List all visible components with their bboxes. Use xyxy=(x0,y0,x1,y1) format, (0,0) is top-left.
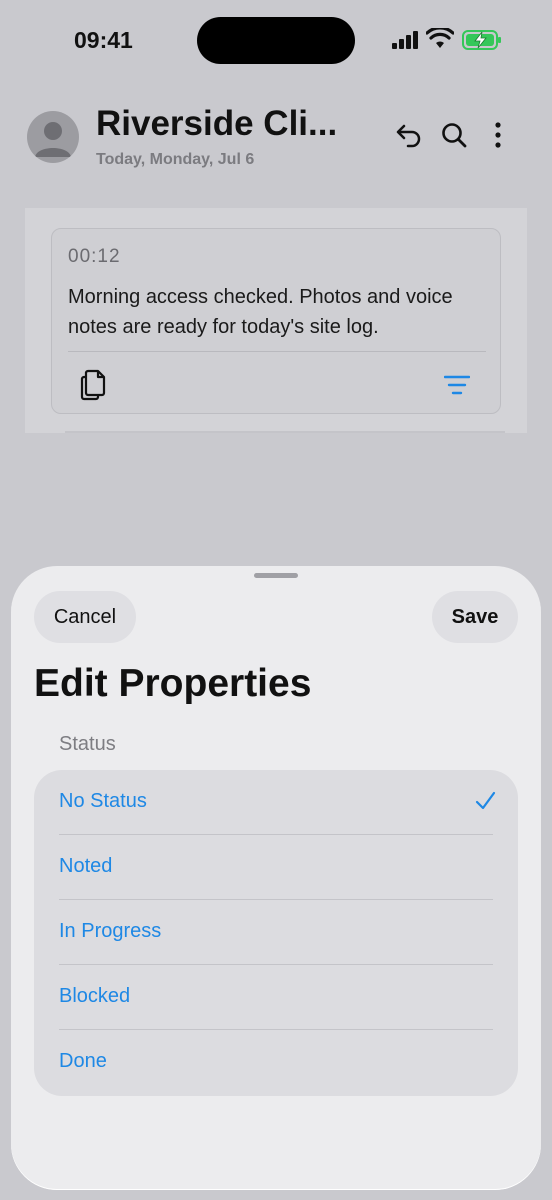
save-button[interactable]: Save xyxy=(432,591,518,643)
page-subtitle: Today, Monday, Jul 6 xyxy=(96,151,255,168)
status-option-label: Done xyxy=(59,1050,107,1072)
status-section-label: Status xyxy=(59,733,116,755)
status-option-label: No Status xyxy=(59,790,147,812)
dynamic-island xyxy=(197,17,355,64)
status-option-no-status[interactable]: No Status xyxy=(34,770,518,835)
entry-time: 00:12 xyxy=(68,246,121,267)
undo-button[interactable] xyxy=(392,118,426,152)
filter-icon[interactable] xyxy=(444,375,470,395)
copy-icon[interactable] xyxy=(78,365,110,401)
status-option-label: Blocked xyxy=(59,985,131,1007)
wifi-icon xyxy=(426,28,454,48)
status-option-in-progress[interactable]: In Progress xyxy=(34,900,518,965)
avatar[interactable] xyxy=(27,111,79,163)
status-options-list: No Status Noted In Progress Blocked Done xyxy=(34,770,518,1096)
cancel-button[interactable]: Cancel xyxy=(34,591,136,643)
sheet-grabber[interactable] xyxy=(254,573,298,578)
more-vertical-icon xyxy=(495,122,501,148)
checkmark-icon xyxy=(475,791,496,810)
next-entry-card xyxy=(65,431,505,433)
page-title: Riverside Cli... xyxy=(96,104,338,143)
undo-icon xyxy=(396,124,421,148)
entry-divider xyxy=(68,351,486,352)
status-option-done[interactable]: Done xyxy=(34,1030,518,1095)
edit-properties-sheet: Cancel Save Edit Properties Status No St… xyxy=(11,566,541,1190)
search-icon xyxy=(442,123,467,148)
entry-card[interactable]: 00:12 Morning access checked. Photos and… xyxy=(51,228,501,414)
status-option-label: Noted xyxy=(59,855,113,877)
status-option-noted[interactable]: Noted xyxy=(34,835,518,900)
battery-charging-icon xyxy=(462,30,501,50)
status-bar: 09:41 xyxy=(0,0,552,84)
search-button[interactable] xyxy=(437,118,471,152)
more-button[interactable] xyxy=(481,118,515,152)
entry-text: Morning access checked. Photos and voice… xyxy=(68,286,453,338)
person-icon xyxy=(35,122,71,157)
status-option-blocked[interactable]: Blocked xyxy=(34,965,518,1030)
status-option-label: In Progress xyxy=(59,920,162,942)
sheet-title: Edit Properties xyxy=(34,662,312,705)
cellular-signal-icon xyxy=(392,31,418,49)
status-time: 09:41 xyxy=(74,27,133,53)
